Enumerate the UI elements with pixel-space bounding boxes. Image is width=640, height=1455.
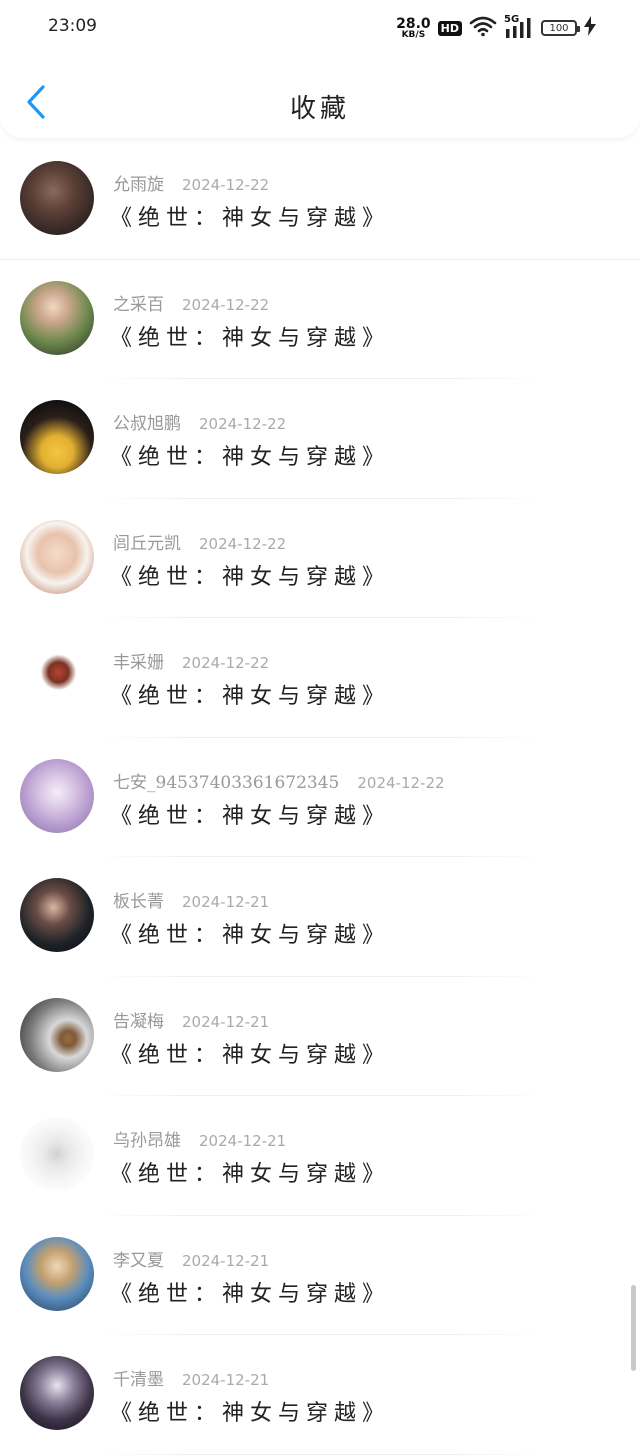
- username: 允雨旋: [113, 175, 164, 195]
- status-bar: 23:09 28.0 KB/S HD 5G 100: [0, 0, 640, 58]
- book-title[interactable]: 《绝世：神女与穿越》: [110, 1276, 390, 1308]
- list-item[interactable]: 之采百 2024-12-22 《绝世：神女与穿越》: [0, 260, 640, 379]
- network-speed: 28.0 KB/S: [396, 17, 431, 40]
- book-title[interactable]: 《绝世：神女与穿越》: [110, 200, 390, 232]
- favorite-date: 2024-12-22: [182, 654, 270, 672]
- favorite-date: 2024-12-21: [182, 1012, 270, 1031]
- book-title[interactable]: 《绝世：神女与穿越》: [110, 439, 390, 471]
- item-meta: 李又夏 2024-12-21: [113, 1246, 269, 1271]
- avatar[interactable]: [20, 400, 94, 474]
- status-icons: 28.0 KB/S HD 5G 100: [396, 14, 596, 42]
- book-title[interactable]: 《绝世：神女与穿越》: [110, 559, 390, 591]
- favorite-date: 2024-12-22: [182, 295, 270, 314]
- item-meta: 丰采姗 2024-12-22: [113, 648, 269, 673]
- item-meta: 告凝梅 2024-12-21: [113, 1007, 269, 1032]
- wifi-icon: [469, 15, 497, 41]
- username: 之采百: [113, 294, 164, 315]
- network-speed-value: 28.0: [396, 15, 431, 32]
- item-meta: 之采百 2024-12-22: [113, 290, 269, 315]
- avatar[interactable]: [20, 639, 94, 713]
- username: 告凝梅: [113, 1011, 164, 1032]
- list-item[interactable]: 乌孙昂雄 2024-12-21 《绝世：神女与穿越》: [0, 1096, 640, 1216]
- avatar[interactable]: [20, 758, 94, 833]
- network-speed-unit: KB/S: [401, 29, 426, 40]
- item-meta: 公叔旭鹏 2024-12-22: [113, 409, 286, 434]
- battery-icon: 100: [541, 20, 580, 36]
- username: 李又夏: [113, 1250, 164, 1271]
- username: 闾丘元凯: [113, 533, 181, 554]
- favorite-date: 2024-12-22: [199, 534, 287, 553]
- avatar[interactable]: [20, 161, 94, 235]
- book-title[interactable]: 《绝世：神女与穿越》: [110, 320, 390, 352]
- list-item[interactable]: 千清墨 2024-12-21 《绝世：神女与穿越》: [0, 1335, 640, 1455]
- avatar[interactable]: [20, 997, 94, 1072]
- item-meta: 千清墨 2024-12-21: [113, 1365, 269, 1390]
- book-title[interactable]: 《绝世：神女与穿越》: [110, 1156, 390, 1188]
- avatar[interactable]: [20, 280, 94, 355]
- status-time: 23:09: [48, 16, 97, 36]
- list-item[interactable]: 板长菁 2024-12-21 《绝世：神女与穿越》: [0, 857, 640, 977]
- username: 公叔旭鹏: [113, 414, 181, 434]
- item-meta: 允雨旋 2024-12-22: [113, 170, 269, 195]
- scrollbar[interactable]: [631, 1285, 636, 1371]
- list-item[interactable]: 丰采姗 2024-12-22 《绝世：神女与穿越》: [0, 618, 640, 738]
- favorite-date: 2024-12-21: [182, 1251, 270, 1270]
- nav-bar: 收藏: [0, 66, 640, 138]
- list-item[interactable]: 允雨旋 2024-12-22 《绝世：神女与穿越》: [0, 140, 640, 260]
- username: 乌孙昂雄: [113, 1131, 181, 1151]
- book-title[interactable]: 《绝世：神女与穿越》: [110, 678, 390, 710]
- favorite-date: 2024-12-21: [182, 893, 270, 911]
- battery-level: 100: [549, 22, 569, 34]
- avatar[interactable]: [20, 1236, 94, 1311]
- book-title[interactable]: 《绝世：神女与穿越》: [110, 798, 390, 830]
- hd-badge: HD: [437, 20, 462, 36]
- username: 千清墨: [113, 1370, 164, 1390]
- favorite-date: 2024-12-22: [199, 415, 287, 433]
- favorites-list: 允雨旋 2024-12-22 《绝世：神女与穿越》 之采百 2024-12-22 《绝世：…: [0, 140, 640, 1455]
- avatar[interactable]: [20, 1356, 94, 1430]
- item-meta: 板长菁 2024-12-21: [113, 887, 269, 912]
- item-meta: 乌孙昂雄 2024-12-21: [113, 1126, 286, 1151]
- list-item[interactable]: 告凝梅 2024-12-21 《绝世：神女与穿越》: [0, 977, 640, 1096]
- favorite-date: 2024-12-21: [182, 1371, 270, 1389]
- signal-icon: 5G: [504, 14, 534, 40]
- list-item[interactable]: 闾丘元凯 2024-12-22 《绝世：神女与穿越》: [0, 499, 640, 618]
- book-title[interactable]: 《绝世：神女与穿越》: [110, 917, 390, 949]
- item-meta: 闾丘元凯 2024-12-22: [113, 529, 286, 554]
- charging-icon: [584, 16, 596, 40]
- favorite-date: 2024-12-22: [182, 176, 270, 194]
- page-title: 收藏: [289, 94, 350, 124]
- favorite-date: 2024-12-22: [357, 773, 445, 792]
- divider: [95, 1453, 545, 1455]
- username: 板长菁: [113, 892, 164, 912]
- username: 丰采姗: [113, 653, 164, 673]
- book-title[interactable]: 《绝世：神女与穿越》: [110, 1395, 390, 1427]
- avatar[interactable]: [20, 519, 94, 594]
- item-meta: 七安_94537403361672345 2024-12-22: [113, 768, 445, 793]
- list-item[interactable]: 七安_94537403361672345 2024-12-22 《绝世：神女与穿越》: [0, 738, 640, 857]
- avatar[interactable]: [20, 878, 94, 952]
- avatar[interactable]: [20, 1117, 94, 1191]
- book-title[interactable]: 《绝世：神女与穿越》: [110, 1037, 390, 1069]
- username: 七安_94537403361672345: [113, 772, 340, 793]
- list-item[interactable]: 公叔旭鹏 2024-12-22 《绝世：神女与穿越》: [0, 379, 640, 499]
- list-item[interactable]: 李又夏 2024-12-21 《绝世：神女与穿越》: [0, 1216, 640, 1335]
- header: 23:09 28.0 KB/S HD 5G 100 收藏: [0, 0, 640, 138]
- favorite-date: 2024-12-21: [199, 1132, 287, 1150]
